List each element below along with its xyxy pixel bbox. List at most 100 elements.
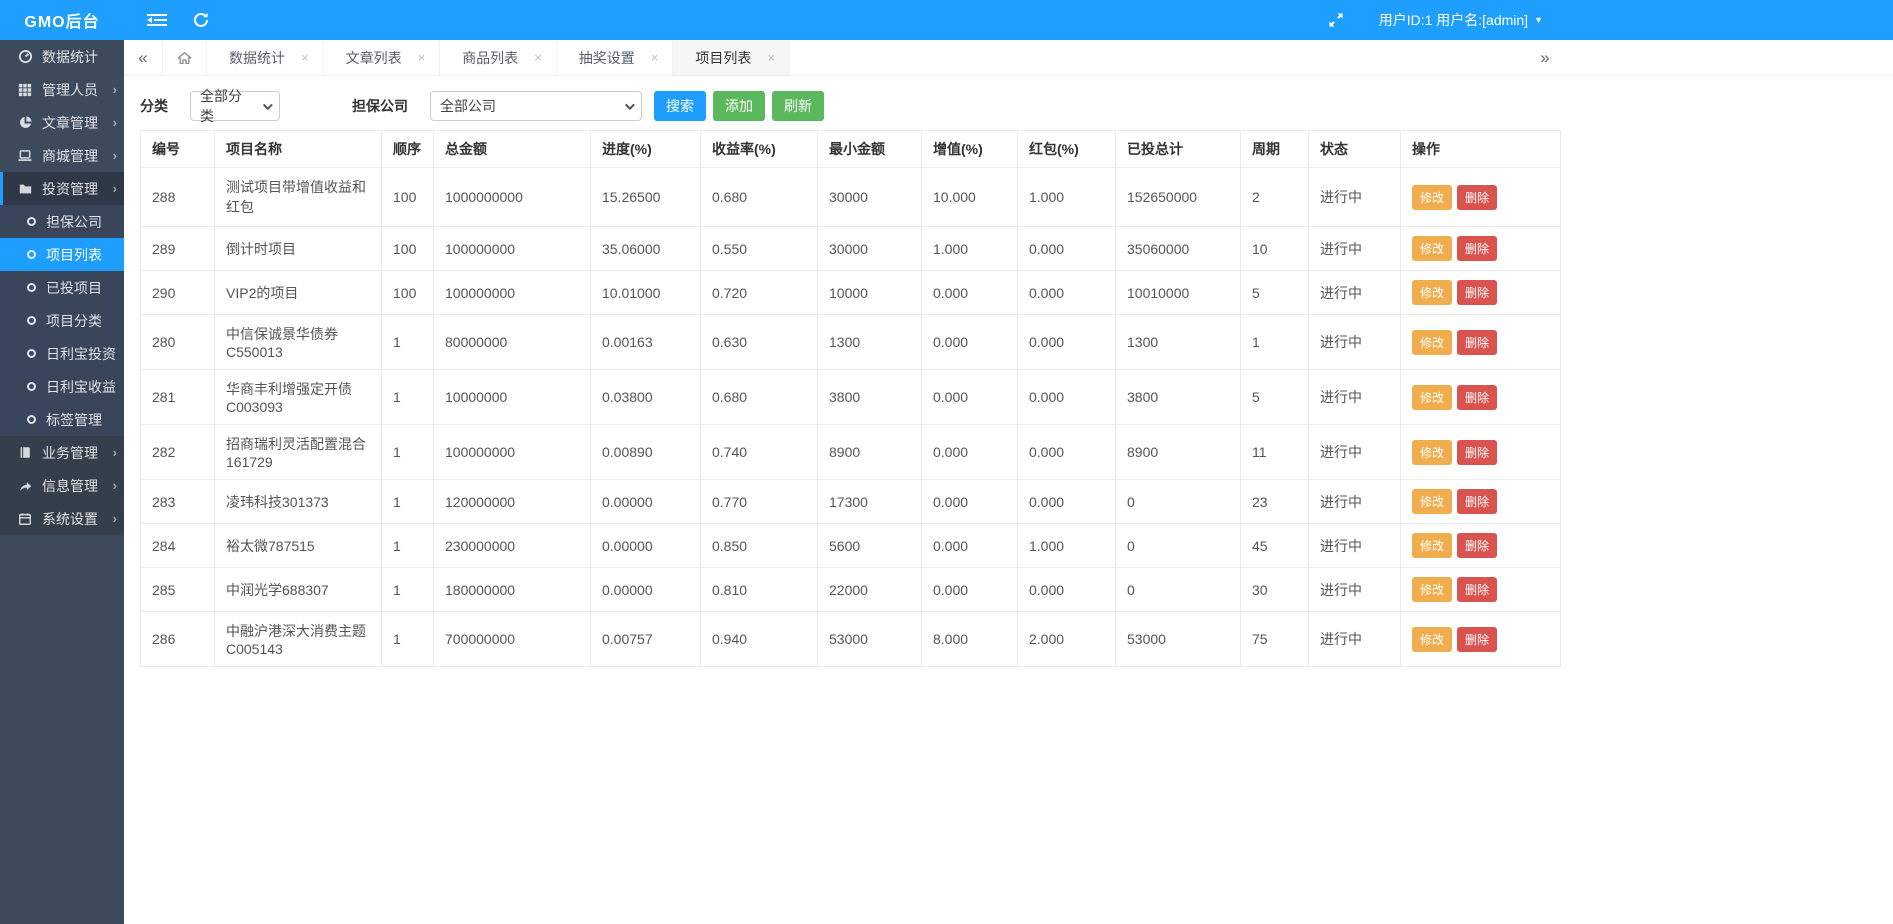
tabs-scroll-left[interactable]: « (124, 40, 162, 75)
delete-button[interactable]: 删除 (1457, 440, 1497, 465)
category-select[interactable]: 全部分类 (190, 91, 280, 121)
column-header-min: 最小金额 (818, 131, 922, 168)
sidebar-item-mall[interactable]: 商城管理› (0, 139, 124, 172)
cell-invested: 10010000 (1116, 271, 1241, 315)
cell-increase: 1.000 (922, 227, 1018, 271)
delete-button[interactable]: 删除 (1457, 489, 1497, 514)
delete-button[interactable]: 删除 (1457, 280, 1497, 305)
delete-button[interactable]: 删除 (1457, 577, 1497, 602)
close-icon[interactable]: × (534, 50, 542, 65)
circle-icon (27, 349, 36, 358)
cell-progress: 10.01000 (591, 271, 701, 315)
cell-rate: 0.740 (701, 425, 818, 480)
tab-article-list[interactable]: 文章列表× (324, 40, 441, 75)
cell-status: 进行中 (1309, 612, 1401, 667)
cell-min: 53000 (818, 612, 922, 667)
fullscreen-icon[interactable] (1325, 9, 1347, 31)
cell-redpacket: 0.000 (1018, 370, 1116, 425)
sidebar-item-invest[interactable]: 投资管理› (0, 172, 124, 205)
close-icon[interactable]: × (767, 50, 775, 65)
refresh-icon[interactable] (190, 9, 212, 31)
cell-total: 1000000000 (434, 168, 591, 227)
edit-button[interactable]: 修改 (1412, 385, 1452, 410)
cell-actions: 修改删除 (1401, 480, 1561, 524)
edit-button[interactable]: 修改 (1412, 185, 1452, 210)
category-select-value: 全部分类 (200, 86, 253, 126)
tab-label: 抽奖设置 (579, 48, 635, 68)
cell-name: 测试项目带增值收益和红包 (215, 168, 382, 227)
chevron-down-icon (263, 100, 273, 110)
close-icon[interactable]: × (651, 50, 659, 65)
cell-invested: 0 (1116, 524, 1241, 568)
cell-order: 100 (382, 227, 434, 271)
sidebar-item-tags[interactable]: 标签管理 (0, 403, 124, 436)
delete-button[interactable]: 删除 (1457, 627, 1497, 652)
search-button[interactable]: 搜索 (654, 91, 706, 121)
edit-button[interactable]: 修改 (1412, 440, 1452, 465)
add-button[interactable]: 添加 (713, 91, 765, 121)
cell-cycle: 23 (1241, 480, 1309, 524)
cell-invested: 53000 (1116, 612, 1241, 667)
sidebar-item-daily-invest[interactable]: 日利宝投资 (0, 337, 124, 370)
edit-button[interactable]: 修改 (1412, 533, 1452, 558)
edit-button[interactable]: 修改 (1412, 627, 1452, 652)
delete-button[interactable]: 删除 (1457, 185, 1497, 210)
cell-order: 1 (382, 425, 434, 480)
cell-rate: 0.850 (701, 524, 818, 568)
sidebar-item-invested-projects[interactable]: 已投项目 (0, 271, 124, 304)
cell-total: 120000000 (434, 480, 591, 524)
sidebar-item-label: 项目列表 (46, 245, 102, 265)
table-header-row: 编号项目名称顺序总金额进度(%)收益率(%)最小金额增值(%)红包(%)已投总计… (141, 131, 1561, 168)
tab-project-list[interactable]: 项目列表× (673, 40, 790, 75)
circle-icon (27, 250, 36, 259)
edit-button[interactable]: 修改 (1412, 280, 1452, 305)
collapse-menu-icon[interactable] (146, 9, 168, 31)
tab-goods-list[interactable]: 商品列表× (440, 40, 557, 75)
cell-cycle: 2 (1241, 168, 1309, 227)
cell-id: 284 (141, 524, 215, 568)
sidebar-item-stats[interactable]: 数据统计 (0, 40, 124, 73)
sidebar-item-label: 已投项目 (46, 278, 102, 298)
sidebar-item-daily-income[interactable]: 日利宝收益 (0, 370, 124, 403)
close-icon[interactable]: × (301, 50, 309, 65)
tabs-scroll-right[interactable]: » (1526, 40, 1564, 75)
column-header-id: 编号 (141, 131, 215, 168)
sidebar-item-system[interactable]: 系统设置› (0, 502, 124, 535)
tab-lottery[interactable]: 抽奖设置 × (557, 40, 674, 75)
delete-button[interactable]: 删除 (1457, 236, 1497, 261)
cell-increase: 10.000 (922, 168, 1018, 227)
edit-button[interactable]: 修改 (1412, 236, 1452, 261)
home-tab[interactable] (162, 40, 206, 75)
edit-button[interactable]: 修改 (1412, 489, 1452, 514)
user-dropdown[interactable]: 用户ID:1 用户名:[admin] ▼ (1379, 10, 1543, 30)
tab-stats[interactable]: 数据统计× (206, 40, 324, 75)
company-select[interactable]: 全部公司 (430, 91, 642, 121)
chevron-right-icon: › (113, 445, 117, 460)
delete-button[interactable]: 删除 (1457, 533, 1497, 558)
delete-button[interactable]: 删除 (1457, 385, 1497, 410)
sidebar-item-project-categories[interactable]: 项目分类 (0, 304, 124, 337)
cell-id: 282 (141, 425, 215, 480)
delete-button[interactable]: 删除 (1457, 330, 1497, 355)
sidebar-item-admins[interactable]: 管理人员› (0, 73, 124, 106)
table-row: 285中润光学68830711800000000.000000.81022000… (141, 568, 1561, 612)
sidebar-item-articles[interactable]: 文章管理› (0, 106, 124, 139)
tab-bar: « 数据统计×文章列表×商品列表×抽奖设置×项目列表× » (124, 40, 1893, 76)
cell-min: 3800 (818, 370, 922, 425)
edit-button[interactable]: 修改 (1412, 330, 1452, 355)
close-icon[interactable]: × (418, 50, 426, 65)
edit-button[interactable]: 修改 (1412, 577, 1452, 602)
cell-status: 进行中 (1309, 480, 1401, 524)
share-icon (17, 478, 33, 494)
cell-total: 100000000 (434, 271, 591, 315)
cell-rate: 0.940 (701, 612, 818, 667)
column-header-name: 项目名称 (215, 131, 382, 168)
sidebar-item-project-list[interactable]: 项目列表 (0, 238, 124, 271)
sidebar-item-guarantee-company[interactable]: 担保公司 (0, 205, 124, 238)
sidebar-item-info[interactable]: 信息管理› (0, 469, 124, 502)
refresh-button[interactable]: 刷新 (772, 91, 824, 121)
main-area: « 数据统计×文章列表×商品列表×抽奖设置×项目列表× » 分类 全部分类 担保… (124, 40, 1893, 924)
sidebar-item-business[interactable]: 业务管理› (0, 436, 124, 469)
cell-status: 进行中 (1309, 271, 1401, 315)
cell-name: 中润光学688307 (215, 568, 382, 612)
